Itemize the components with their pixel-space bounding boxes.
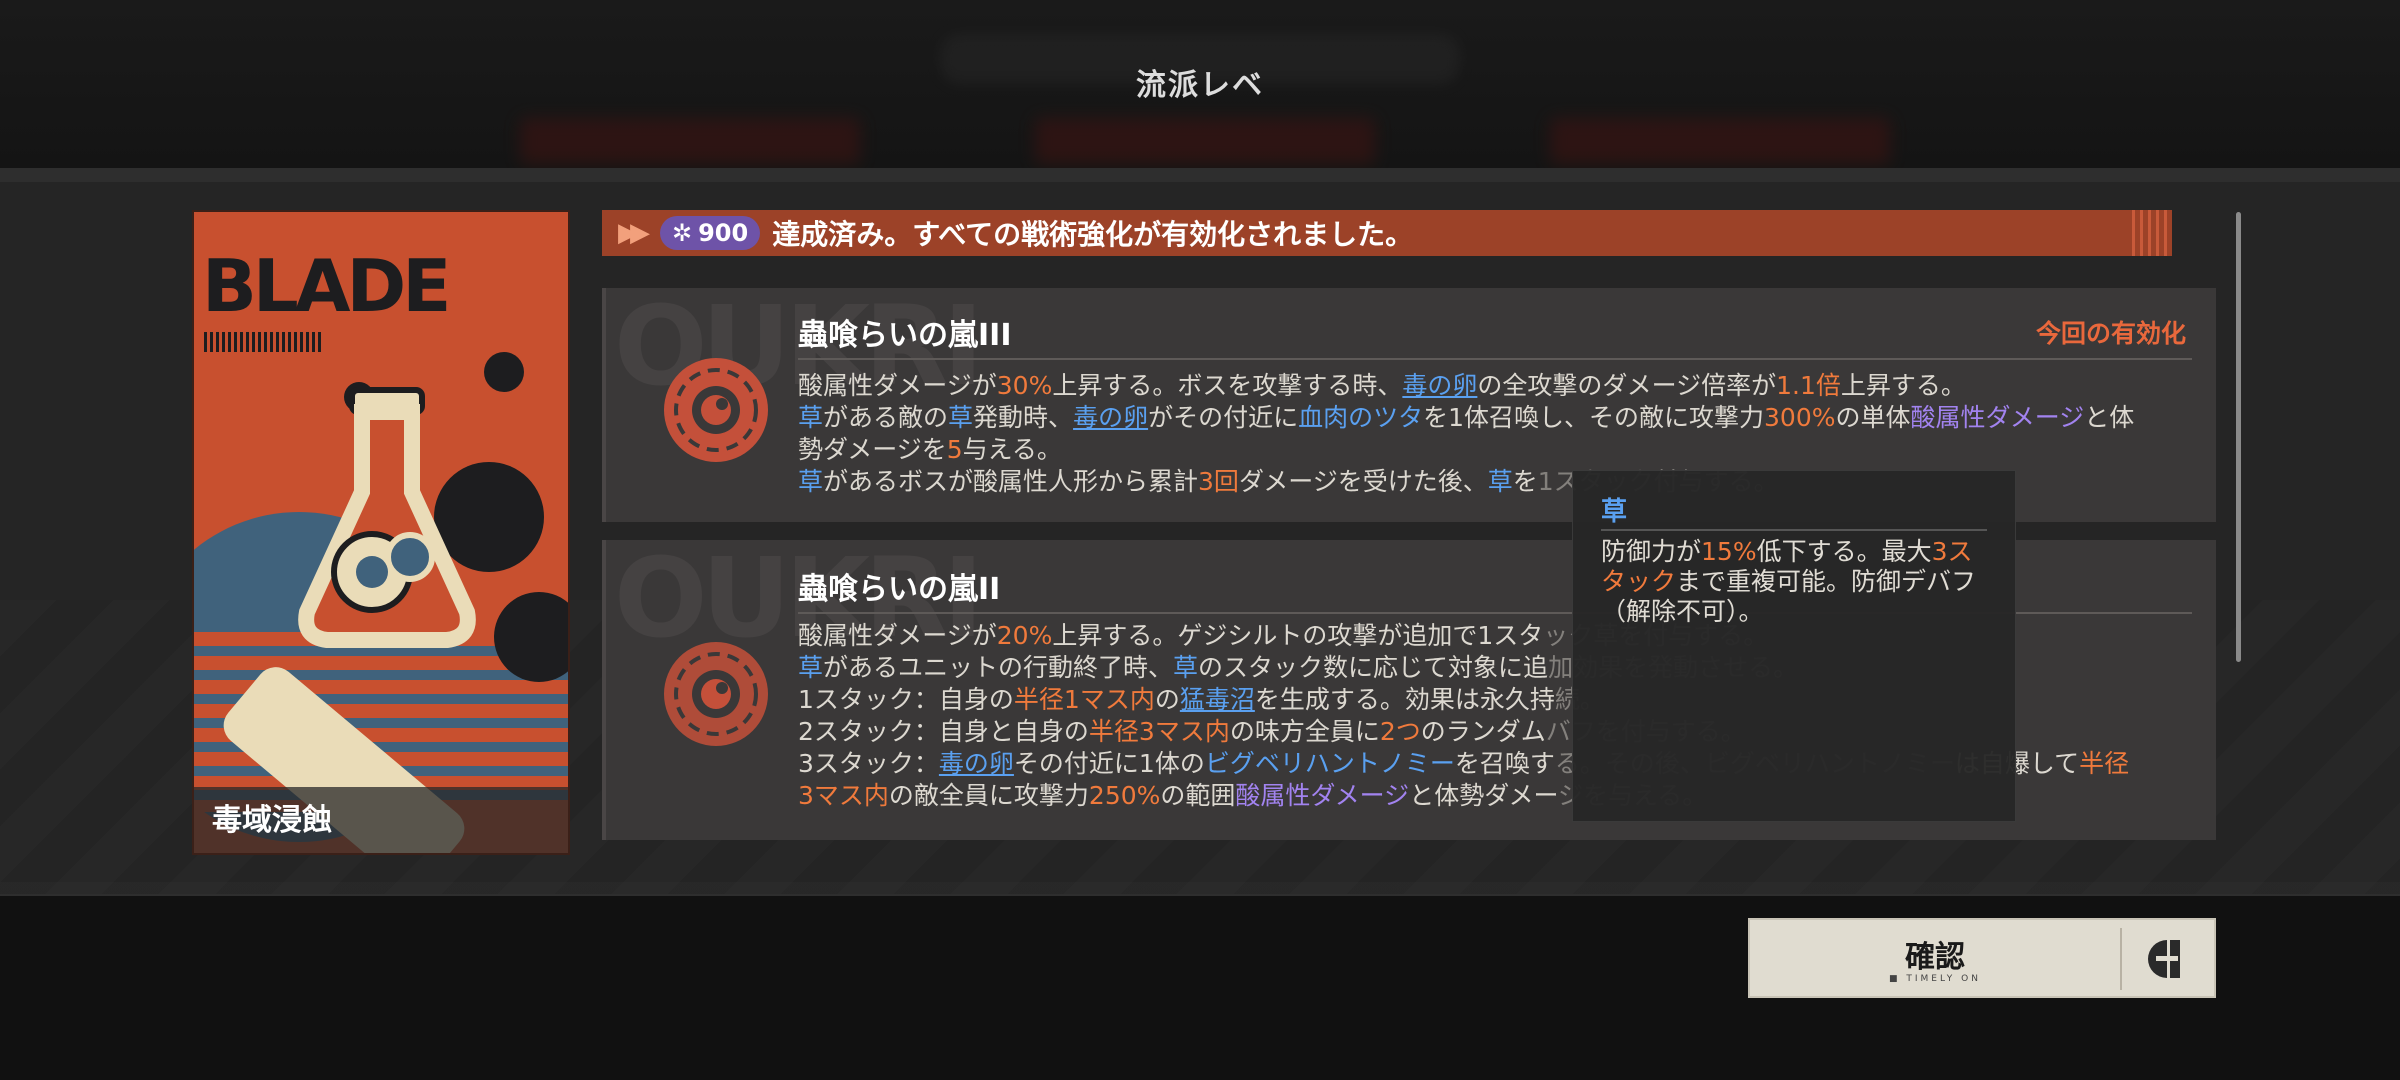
description-text: 250% <box>1088 781 1161 810</box>
description-text: 30% <box>996 371 1053 400</box>
tooltip-title: 草 <box>1601 497 1628 527</box>
description-text: 半径1マス内 <box>1013 685 1155 714</box>
blurred-tab-button <box>1035 118 1375 164</box>
description-text: 3回 <box>1198 467 1239 496</box>
description-text: 3マス内 <box>798 781 889 810</box>
page-title: 流派レベ <box>1136 68 1264 103</box>
description-text: の範囲 <box>1160 781 1236 810</box>
description-text: 酸属性ダメージ <box>1910 403 2085 432</box>
description-line: 酸属性ダメージが30%上昇する。ボスを攻撃する時、毒の卵の全攻撃のダメージ倍率が… <box>798 370 2196 402</box>
scrollbar[interactable] <box>2236 212 2241 662</box>
description-text: があるユニットの行動終了時、 <box>823 653 1174 682</box>
description-text: と体勢ダメー <box>1409 781 1558 810</box>
spore-icon <box>664 358 768 462</box>
barcode-decoration <box>204 332 324 352</box>
description-text: その付近に1体の <box>1013 749 1205 778</box>
confirm-button[interactable]: 確認 ■ TIMELY ON <box>1748 918 2216 998</box>
description-text: 300% <box>1764 403 1836 432</box>
description-text: のスタック数に応じて対象に追 <box>1198 653 1549 682</box>
description-text: 3スタック： <box>798 749 939 778</box>
description-text: がある敵の <box>823 403 949 432</box>
level-value: 900 <box>698 219 749 247</box>
blurred-tab-button <box>1550 118 1890 164</box>
keyword-link[interactable]: 猛毒沼 <box>1180 685 1255 714</box>
keyword-link[interactable]: 草 <box>1173 653 1198 682</box>
description-text: の敵全員に攻撃力 <box>888 781 1089 810</box>
gear-icon: ✲ <box>672 219 693 247</box>
description-text: を召喚す <box>1454 749 1555 778</box>
description-text: 上昇する。ゲジシルトの攻撃が追加で1スタ <box>1052 621 1544 650</box>
description-text: 酸属性ダメージ <box>1235 781 1410 810</box>
keyword-link[interactable]: ビグベリハントノミー <box>1205 749 1455 778</box>
description-text: を1体召喚し、その敵に攻撃力 <box>1423 403 1765 432</box>
description-text: 防御力が <box>1601 537 1702 566</box>
description-text: 15% <box>1701 537 1757 566</box>
keyword-link[interactable]: 草 <box>1488 467 1513 496</box>
description-text: 酸属性ダメージが <box>798 371 997 400</box>
tooltip-text: 防御力が15%低下する。最大3スタックまで重複可能。防御デバフ（解除不可）。 <box>1601 537 1991 627</box>
skill-title: 蟲喰らいの嵐II <box>798 572 1001 607</box>
keyword-link[interactable]: 草 <box>798 403 823 432</box>
spore-icon <box>664 642 768 746</box>
description-text: 上昇する。ボスを攻撃する時、 <box>1052 371 1403 400</box>
description-text: のランダム <box>1420 717 1546 746</box>
description-line: 草がある敵の草発動時、毒の卵がその付近に血肉のツタを1体召喚し、その敵に攻撃力3… <box>798 402 2196 434</box>
keyword-link[interactable]: 草 <box>948 403 973 432</box>
description-text: がその付近に <box>1148 403 1299 432</box>
description-text: の単体 <box>1835 403 1911 432</box>
level-badge: ✲ 900 <box>660 216 761 250</box>
description-line: 勢ダメージを5与える。 <box>798 434 2196 466</box>
description-text: の全攻撃のダメージ倍率が <box>1477 371 1777 400</box>
description-text: を <box>1512 467 1538 496</box>
description-text: 半径3マス内 <box>1088 717 1230 746</box>
description-text: 与える。 <box>962 435 1062 464</box>
keyword-link[interactable]: 毒の卵 <box>939 749 1014 778</box>
flask-icon <box>298 387 476 648</box>
description-text: 2スタック：自身と自身の <box>798 717 1089 746</box>
keyword-link[interactable]: 毒の卵 <box>1073 403 1148 432</box>
card-logo-text: BLADE <box>202 244 451 328</box>
keyword-link[interactable]: 毒の卵 <box>1402 371 1477 400</box>
tooltip-divider <box>1601 529 1987 531</box>
banner-message: 達成済み。すべての戦術強化が有効化されました。 <box>772 218 1414 251</box>
description-text: 20% <box>996 621 1053 650</box>
keyword-tooltip: 草 防御力が15%低下する。最大3スタックまで重複可能。防御デバフ（解除不可）。 <box>1572 470 2016 822</box>
description-text: 酸属性ダメージが <box>798 621 997 650</box>
keyword-link[interactable]: 血肉のツタ <box>1298 403 1423 432</box>
school-card[interactable]: BLADE 毒域浸蝕 <box>192 210 570 855</box>
description-text: と体 <box>2084 403 2135 432</box>
keyword-link[interactable]: 草 <box>798 653 823 682</box>
active-status-label: 今回の有効化 <box>2035 319 2186 348</box>
description-text: があるボスが酸属性人形から累計 <box>823 467 1199 496</box>
description-text: 2つ <box>1379 717 1421 746</box>
confirm-label: 確認 <box>1905 940 1965 975</box>
double-chevron-icon: ▶▶ <box>618 218 650 248</box>
blurred-tab-button <box>520 118 860 164</box>
confirm-separator <box>2120 928 2122 990</box>
confirm-sublabel: ■ TIMELY ON <box>1889 974 1981 984</box>
description-text: 1.1倍 <box>1776 371 1841 400</box>
description-text: 上昇する。 <box>1840 371 1966 400</box>
description-text: 1スタック：自身の <box>798 685 1014 714</box>
description-text: の味方全員に <box>1229 717 1380 746</box>
description-text: 半径 <box>2079 749 2130 778</box>
skill-title: 蟲喰らいの嵐III <box>798 318 1012 353</box>
banner-end-decoration <box>2132 210 2172 256</box>
description-text: ダメージを受けた後、 <box>1238 467 1488 496</box>
achievement-banner: ▶▶ ✲ 900 達成済み。すべての戦術強化が有効化されました。 <box>602 210 2172 256</box>
divider <box>798 358 2192 360</box>
key-hint-icon <box>2148 940 2180 978</box>
description-text: を生成する。効果は永久持 <box>1254 685 1555 714</box>
description-text: 低下する。最大 <box>1756 537 1932 566</box>
card-dot-decoration <box>484 352 524 392</box>
description-text: 発動時、 <box>973 403 1074 432</box>
description-text: の <box>1154 685 1180 714</box>
description-text: 5 <box>946 435 963 464</box>
description-text: 勢ダメージを <box>798 435 947 464</box>
card-name: 毒域浸蝕 <box>212 803 332 838</box>
keyword-link[interactable]: 草 <box>798 467 823 496</box>
